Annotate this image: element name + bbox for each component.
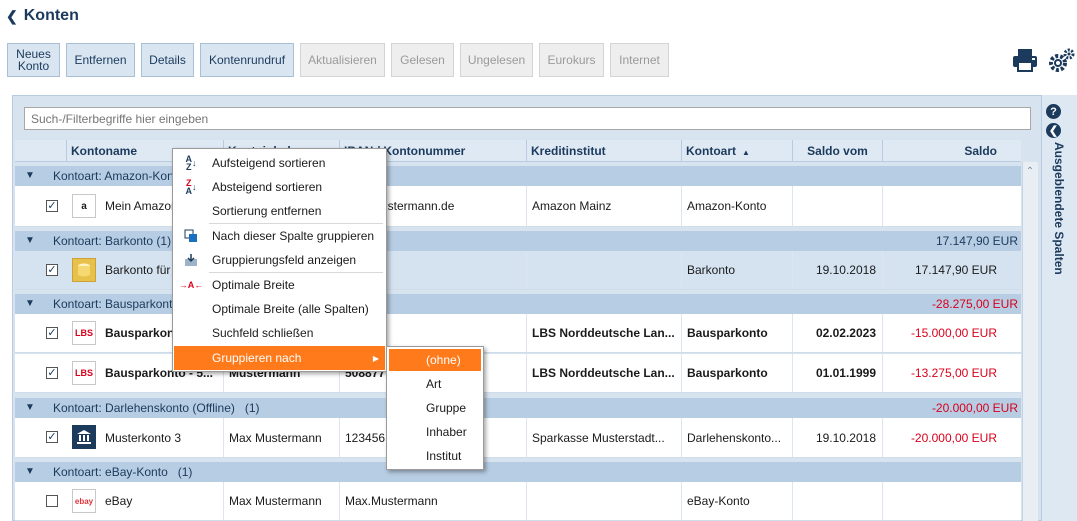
remove-button[interactable]: Entfernen [66,43,135,77]
sort-ascending-icon: ▲ [742,148,750,157]
mark-read-button[interactable]: Gelesen [391,43,454,77]
menu-item-close-search[interactable]: Suchfeld schließen [174,321,385,345]
submenu-item-institut[interactable]: Institut [389,445,481,467]
table-row[interactable]: ✓ LBS Bausparkonto 12211 LBS Norddeutsch… [15,314,1021,353]
collapse-triangle-icon[interactable]: ▼ [25,462,35,482]
lbs-logo-icon: LBS [72,361,96,385]
group-row[interactable]: ▼ Kontoart: Bausparkonto -28.275,00 EUR [15,294,1021,314]
submenu-item-gruppe[interactable]: Gruppe [389,397,481,419]
row-checkbox[interactable]: ✓ [46,367,58,379]
bank-building-icon [72,425,96,449]
column-header-kontoart[interactable]: Kontoart ▲ [681,140,792,162]
row-checkbox[interactable]: ✓ [46,264,58,276]
table-row[interactable]: ✓ a Mein Amazon-Konto max.mustermann.de … [15,186,1021,227]
details-button[interactable]: Details [141,43,194,77]
mark-unread-button[interactable]: Ungelesen [460,43,533,77]
menu-item-show-group-field[interactable]: Gruppierungsfeld anzeigen [174,248,385,272]
group-by-submenu: (ohne) Art Gruppe Inhaber Institut [386,346,484,470]
menu-item-group-by[interactable]: Gruppieren nach ▶ [174,346,385,370]
column-header-kreditinstitut[interactable]: Kreditinstitut [526,140,681,162]
collapse-triangle-icon[interactable]: ▼ [25,294,35,314]
account-roundcall-button[interactable]: Kontenrundruf [200,43,294,77]
row-checkbox[interactable]: ✓ [46,431,58,443]
printer-icon[interactable] [1012,47,1038,73]
internet-button[interactable]: Internet [610,43,669,77]
row-checkbox[interactable]: ✓ [46,327,58,339]
collapse-triangle-icon[interactable]: ▼ [25,166,35,186]
chevron-left-icon: ❮ [6,7,18,24]
chevron-left-circle-icon[interactable]: ❮ [1046,123,1061,138]
column-header-saldo[interactable]: Saldo [882,140,1003,162]
group-row[interactable]: ▼ Kontoart: Amazon-Konto [15,166,1021,186]
amazon-logo-icon: a [72,194,96,218]
table-row[interactable]: ✓ LBS Bausparkonto - 5... Mustermann 508… [15,354,1021,393]
submenu-item-none[interactable]: (ohne) [389,349,481,371]
menu-item-remove-sorting[interactable]: Sortierung entfernen [174,199,385,223]
menu-item-sort-descending[interactable]: Z A ↓ Absteigend sortieren [174,175,385,199]
help-icon[interactable]: ? [1046,104,1061,119]
collapse-triangle-icon[interactable]: ▼ [25,398,35,418]
submenu-arrow-icon: ▶ [372,353,379,363]
euro-rate-button[interactable]: Eurokurs [539,43,604,77]
menu-item-sort-ascending[interactable]: A Z ↓ Aufsteigend sortieren [174,151,385,175]
best-fit-icon: →A← [178,280,204,290]
submenu-item-inhaber[interactable]: Inhaber [389,421,481,443]
group-field-icon [182,251,200,269]
new-account-button[interactable]: Neues Konto [7,43,60,77]
hidden-columns-label[interactable]: Ausgeblendete Spalten [1046,142,1066,282]
table-row[interactable]: ebay eBay Max Mustermann Max.Mustermann … [15,482,1021,521]
table-row[interactable]: ✓ Barkonto für Bargeld 1234 Barkonto 19.… [15,251,1021,290]
column-header-saldo-vom[interactable]: Saldo vom [792,140,882,162]
coins-icon [72,258,96,282]
page-title: Konten [23,7,79,24]
row-checkbox[interactable]: ✓ [46,200,58,212]
group-column-icon [182,227,200,245]
sort-az-icon: A Z ↓ [185,154,197,172]
gears-icon[interactable] [1048,47,1076,73]
search-input[interactable] [24,107,1031,130]
menu-item-best-fit-all[interactable]: Optimale Breite (alle Spalten) [174,297,385,321]
ebay-logo-icon: ebay [72,489,96,513]
menu-item-best-fit[interactable]: →A← Optimale Breite [174,273,385,297]
submenu-item-art[interactable]: Art [389,373,481,395]
collapse-triangle-icon[interactable]: ▼ [25,231,35,251]
vertical-scrollbar[interactable] [1022,162,1038,521]
group-row[interactable]: ▼ Kontoart: Darlehenskonto (Offline) (1)… [15,398,1021,418]
back-link[interactable]: ❮ Konten [6,7,79,25]
group-row[interactable]: ▼ Kontoart: eBay-Konto (1) [15,462,1021,482]
update-button[interactable]: Aktualisieren [300,43,385,77]
scroll-up-icon[interactable]: ⌃ [1022,162,1038,180]
menu-item-group-by-column[interactable]: Nach dieser Spalte gruppieren [174,224,385,248]
table-row[interactable]: ✓ Musterkonto 3 Max Mustermann 123456 Sp… [15,418,1021,458]
group-row[interactable]: ▼ Kontoart: Barkonto (1) 17.147,90 EUR [15,231,1021,251]
row-checkbox[interactable] [46,495,58,507]
sort-za-icon: Z A ↓ [185,178,197,196]
table-header: Kontoname Kontoinhaber IBAN / Kontonumme… [15,140,1021,162]
column-context-menu: A Z ↓ Aufsteigend sortieren Z A ↓ Absteigend… [172,148,387,372]
lbs-logo-icon: LBS [72,321,96,345]
